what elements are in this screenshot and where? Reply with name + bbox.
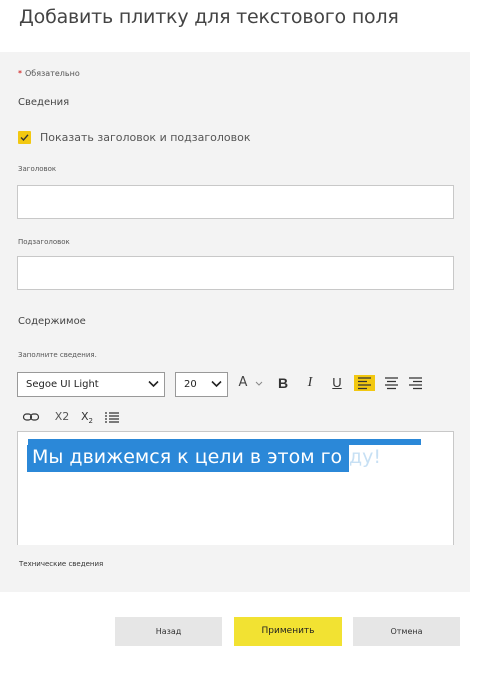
editor-tail-text[interactable]: ду!	[349, 446, 381, 468]
apply-button[interactable]: Применить	[234, 617, 342, 646]
editor-selected-text[interactable]: Мы движемся к цели в этом го	[32, 446, 342, 468]
required-note-text: Обязательно	[25, 69, 80, 78]
subtitle-field-label: Подзаголовок	[18, 238, 70, 246]
subtitle-input[interactable]	[17, 256, 454, 290]
bold-button[interactable]: B	[276, 375, 290, 391]
align-left-button[interactable]	[354, 375, 375, 391]
superscript-button[interactable]: X2	[52, 409, 72, 425]
details-header: Сведения	[18, 97, 70, 108]
chevron-down-icon	[211, 380, 222, 388]
list-icon[interactable]	[104, 411, 120, 423]
required-star: *	[18, 69, 22, 78]
font-color-button[interactable]: A	[237, 375, 249, 391]
required-note: * Обязательно	[18, 69, 80, 78]
font-size-value: 20	[184, 379, 197, 390]
font-size-select[interactable]: 20	[175, 372, 228, 397]
title-input[interactable]	[17, 185, 454, 219]
align-center-icon[interactable]	[381, 375, 402, 391]
link-icon[interactable]	[22, 411, 40, 423]
tech-details-link[interactable]: Технические сведения	[19, 560, 103, 568]
font-family-value: Segoe UI Light	[26, 379, 99, 390]
align-left-icon	[358, 377, 371, 390]
content-hint: Заполните сведения.	[18, 351, 97, 359]
font-family-select[interactable]: Segoe UI Light	[17, 372, 165, 397]
chevron-down-icon	[148, 380, 159, 388]
show-title-checkbox[interactable]	[18, 131, 31, 144]
title-field-label: Заголовок	[18, 165, 57, 173]
checkmark-icon	[20, 134, 29, 142]
align-right-icon[interactable]	[405, 375, 426, 391]
font-color-chevron-icon[interactable]	[255, 381, 263, 386]
underline-button[interactable]: U	[330, 375, 344, 391]
cancel-button[interactable]: Отмена	[353, 617, 460, 646]
subscript-button[interactable]: X2	[79, 409, 95, 429]
back-button[interactable]: Назад	[115, 617, 222, 646]
subscript-base: X	[80, 410, 89, 423]
content-header: Содержимое	[18, 316, 86, 327]
dialog-title: Добавить плитку для текстового поля	[19, 6, 399, 28]
italic-button[interactable]: I	[303, 375, 317, 391]
show-title-label[interactable]: Показать заголовок и подзаголовок	[40, 131, 250, 144]
subscript-sub: 2	[88, 417, 93, 426]
